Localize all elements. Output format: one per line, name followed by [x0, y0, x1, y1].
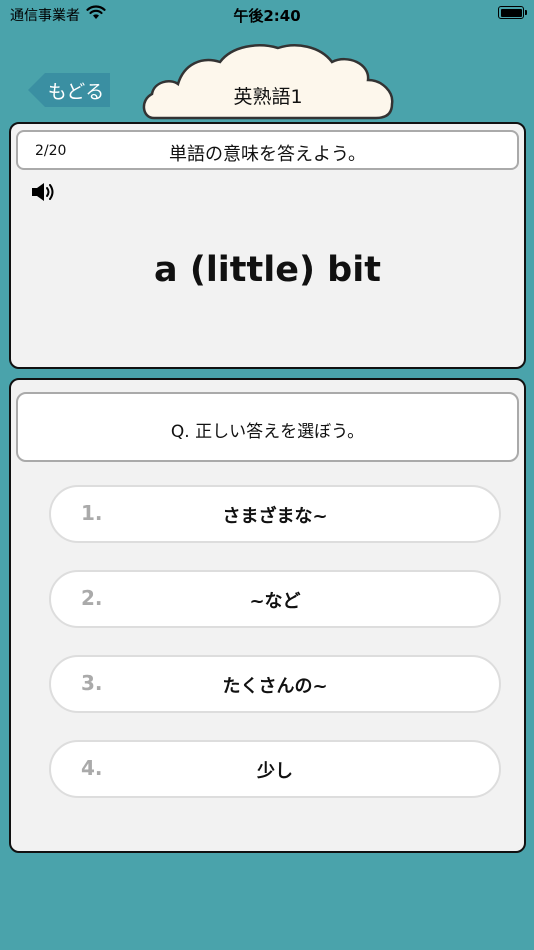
- title-cloud: 英熟語1: [140, 42, 396, 122]
- choice-label: さまざまな~: [222, 506, 328, 527]
- choice-label: 少し: [257, 761, 293, 782]
- choice-button-4[interactable]: 4. 少し: [49, 740, 501, 798]
- choice-button-2[interactable]: 2. ~など: [49, 570, 501, 628]
- battery-icon: [498, 6, 527, 19]
- word-card: 2/20 単語の意味を答えよう。 a (little) bit: [9, 122, 526, 369]
- choice-button-1[interactable]: 1. さまざまな~: [49, 485, 501, 543]
- question-box: Q. 正しい答えを選ぼう。: [16, 392, 519, 462]
- status-bar: 通信事業者 午後2:40: [0, 0, 534, 28]
- answer-card: Q. 正しい答えを選ぼう。 1. さまざまな~ 2. ~など 3. たくさんの~…: [9, 378, 526, 853]
- choice-button-3[interactable]: 3. たくさんの~: [49, 655, 501, 713]
- instruction-text: 単語の意味を答えよう。: [169, 144, 366, 165]
- instruction-box: 2/20 単語の意味を答えよう。: [16, 130, 519, 170]
- vocab-word: a (little) bit: [154, 250, 381, 290]
- choice-label: たくさんの~: [222, 676, 328, 697]
- speaker-icon[interactable]: [31, 182, 55, 206]
- back-button-label: もどる: [47, 81, 105, 103]
- question-text: Q. 正しい答えを選ぼう。: [170, 422, 365, 442]
- back-button[interactable]: もどる: [28, 73, 110, 107]
- page-title: 英熟語1: [233, 86, 303, 108]
- status-time: 午後2:40: [233, 7, 301, 25]
- choice-label: ~など: [249, 591, 301, 612]
